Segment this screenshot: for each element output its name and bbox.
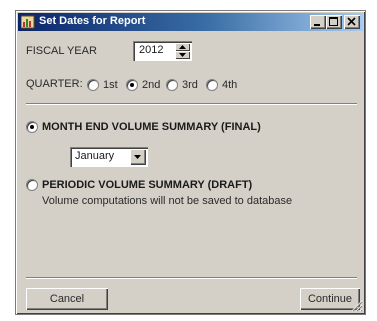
quarter-1st-radio[interactable]: [87, 79, 99, 91]
month-select-dropdown-button[interactable]: [130, 149, 146, 165]
chevron-up-icon: [179, 45, 186, 49]
quarter-1st-label[interactable]: 1st: [103, 79, 118, 91]
fiscal-year-decrement-button[interactable]: [175, 51, 190, 59]
chevron-down-icon: [179, 53, 186, 57]
month-select[interactable]: January: [70, 147, 148, 167]
month-select-value: January: [75, 150, 115, 162]
resize-grip-icon[interactable]: [351, 300, 363, 312]
window-title: Set Dates for Report: [39, 15, 146, 27]
minimize-icon: [314, 24, 320, 26]
fiscal-year-spin-buttons: [175, 43, 190, 59]
quarter-3rd-label[interactable]: 3rd: [182, 79, 198, 91]
fiscal-year-increment-button[interactable]: [175, 43, 190, 51]
periodic-radio[interactable]: [26, 179, 38, 191]
title-bar[interactable]: Set Dates for Report: [18, 13, 363, 31]
maximize-icon: [329, 17, 338, 26]
quarter-2nd-label[interactable]: 2nd: [142, 79, 160, 91]
maximize-button[interactable]: [326, 15, 342, 29]
window-controls: [310, 15, 360, 29]
quarter-4th-label[interactable]: 4th: [222, 79, 237, 91]
month-end-radio[interactable]: [26, 121, 38, 133]
quarter-4th-radio[interactable]: [206, 79, 218, 91]
quarter-2nd-radio[interactable]: [126, 79, 138, 91]
chevron-down-icon: [134, 155, 141, 159]
quarter-3rd-radio[interactable]: [166, 79, 178, 91]
divider-bottom: [26, 277, 357, 279]
fiscal-year-label: FISCAL YEAR: [26, 45, 97, 57]
fiscal-year-value[interactable]: 2012: [139, 44, 163, 56]
report-app-icon: [20, 15, 35, 29]
periodic-note: Volume computations will not be saved to…: [42, 195, 293, 207]
set-dates-dialog: Set Dates for Report FISCAL YEAR 2012 QU: [15, 10, 366, 315]
close-icon: [347, 17, 356, 26]
quarter-label: QUARTER:: [26, 78, 83, 90]
close-button[interactable]: [344, 15, 360, 29]
fiscal-year-spinner[interactable]: 2012: [133, 41, 192, 61]
cancel-button[interactable]: Cancel: [26, 288, 108, 310]
periodic-label[interactable]: PERIODIC VOLUME SUMMARY (DRAFT): [42, 179, 252, 191]
minimize-button[interactable]: [310, 15, 326, 29]
month-end-label[interactable]: MONTH END VOLUME SUMMARY (FINAL): [42, 121, 261, 133]
divider-top: [26, 103, 357, 105]
